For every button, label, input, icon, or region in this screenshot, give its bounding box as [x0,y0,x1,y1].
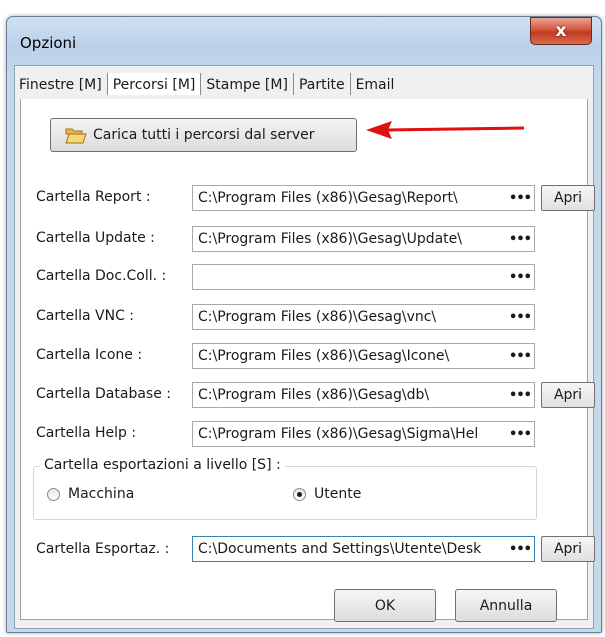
browse-button[interactable]: ••• [508,188,532,208]
browse-button[interactable]: ••• [508,267,532,287]
icone-folder-value: C:\Program Files (x86)\Gesag\Icone\ [198,348,450,364]
radio-button-checked-icon [293,487,306,501]
radio-button-icon [47,487,60,501]
tab-email[interactable]: Email [351,73,400,95]
icone-folder-label: Cartella Icone : [36,347,143,363]
export-folder-label: Cartella Esportaz. : [36,541,170,557]
load-all-paths-label: Carica tutti i percorsi dal server [93,127,315,143]
radio-macchina[interactable]: Macchina [47,486,134,502]
vnc-folder-field[interactable]: C:\Program Files (x86)\Gesag\vnc\ ••• [192,304,535,330]
report-folder-label: Cartella Report : [36,189,151,205]
tab-stampe[interactable]: Stampe [M] [201,73,294,95]
browse-button[interactable]: ••• [508,539,532,559]
tab-partite[interactable]: Partite [294,73,351,95]
browse-button[interactable]: ••• [508,229,532,249]
doc-coll-folder-label: Cartella Doc.Coll. : [36,268,167,284]
open-report-button[interactable]: Apri [541,185,595,211]
radio-macchina-label: Macchina [68,486,135,502]
close-button[interactable]: x [530,17,592,45]
ok-button[interactable]: OK [334,589,436,622]
help-folder-field[interactable]: C:\Program Files (x86)\Gesag\Sigma\Hel •… [192,421,535,447]
update-folder-label: Cartella Update : [36,230,155,246]
help-folder-label: Cartella Help : [36,425,137,441]
browse-button[interactable]: ••• [508,424,532,444]
window-title: Opzioni [20,34,77,52]
radio-utente-label: Utente [314,486,362,502]
tab-bar: Finestre [M] Percorsi [M] Stampe [M] Par… [14,73,399,99]
cancel-button[interactable]: Annulla [455,589,557,622]
report-folder-field[interactable]: C:\Program Files (x86)\Gesag\Report\ ••• [192,185,535,211]
tab-finestre[interactable]: Finestre [M] [14,73,108,95]
update-folder-field[interactable]: C:\Program Files (x86)\Gesag\Update\ ••• [192,226,535,252]
database-folder-value: C:\Program Files (x86)\Gesag\db\ [198,387,430,403]
red-arrow-icon [366,121,525,139]
open-database-button[interactable]: Apri [541,382,595,408]
browse-button[interactable]: ••• [508,385,532,405]
open-folder-icon [65,128,87,144]
vnc-folder-label: Cartella VNC : [36,308,135,324]
help-folder-value: C:\Program Files (x86)\Gesag\Sigma\Hel [198,426,479,442]
update-folder-value: C:\Program Files (x86)\Gesag\Update\ [198,231,462,247]
close-icon: x [555,21,567,41]
browse-button[interactable]: ••• [508,346,532,366]
export-level-title: Cartella esportazioni a livello [S] : [40,457,285,473]
icone-folder-field[interactable]: C:\Program Files (x86)\Gesag\Icone\ ••• [192,343,535,369]
tab-percorsi[interactable]: Percorsi [M] [107,73,202,95]
database-folder-label: Cartella Database : [36,386,171,402]
report-folder-value: C:\Program Files (x86)\Gesag\Report\ [198,190,458,206]
radio-utente[interactable]: Utente [293,486,361,502]
doc-coll-folder-field[interactable]: ••• [192,264,535,290]
export-folder-field[interactable]: C:\Documents and Settings\Utente\Desk ••… [192,536,535,562]
browse-button[interactable]: ••• [508,307,532,327]
export-folder-value: C:\Documents and Settings\Utente\Desk [198,541,482,557]
vnc-folder-value: C:\Program Files (x86)\Gesag\vnc\ [198,309,437,325]
database-folder-field[interactable]: C:\Program Files (x86)\Gesag\db\ ••• [192,382,535,408]
open-export-button[interactable]: Apri [541,536,595,562]
load-all-paths-button[interactable]: Carica tutti i percorsi dal server [50,118,357,152]
